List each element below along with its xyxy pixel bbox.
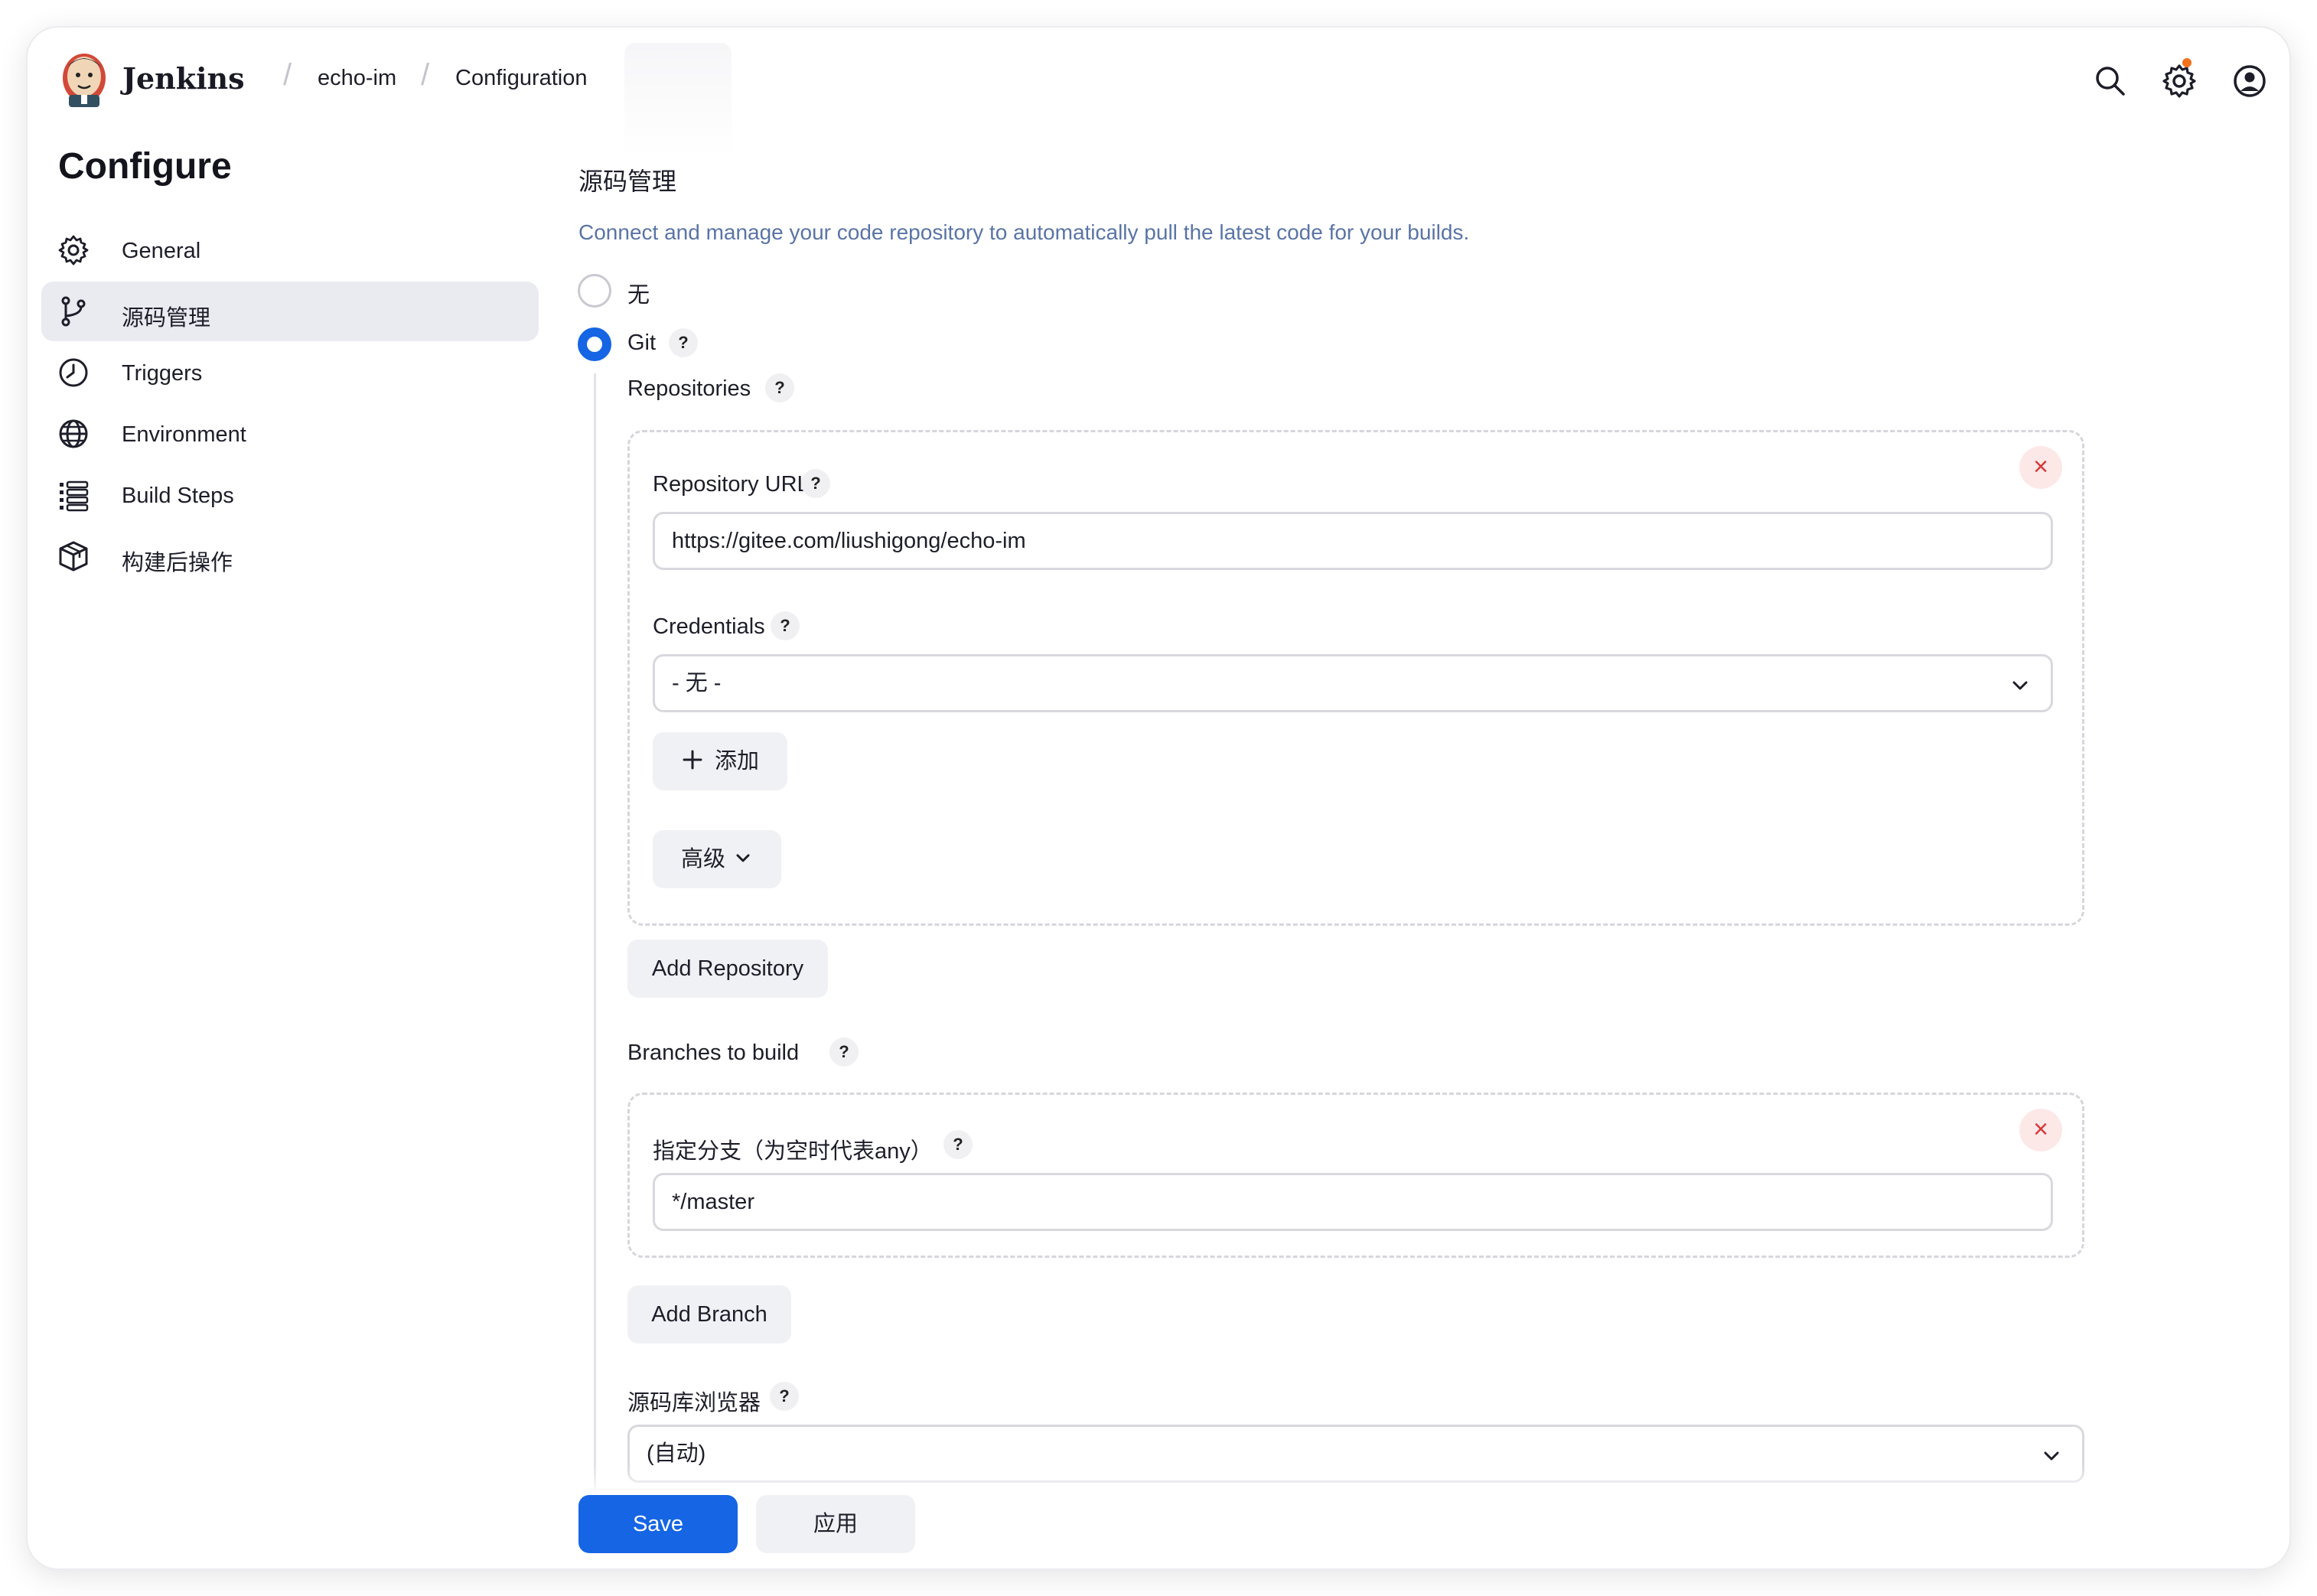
branch-specifier-label: 指定分支（为空时代表any） (653, 1139, 933, 1164)
chevron-down-icon (736, 854, 750, 862)
repository-url-label: Repository URL (653, 472, 810, 497)
search-icon[interactable] (2091, 61, 2130, 101)
sidebar-item-scm[interactable]: 源码管理 (41, 282, 539, 341)
sidebar-item-label: Triggers (122, 361, 203, 386)
add-credentials-label: 添加 (714, 749, 759, 774)
apply-button[interactable]: 应用 (756, 1495, 915, 1553)
remove-repository-button[interactable]: × (2019, 446, 2062, 489)
branch-specifier-input[interactable]: */master (653, 1173, 2053, 1231)
plus-icon (683, 750, 702, 770)
sidebar-item-label: Environment (122, 422, 246, 447)
branch-box: × 指定分支（为空时代表any） ? */master (627, 1093, 2084, 1258)
credentials-selected-value: - 无 - (672, 671, 722, 695)
app-window: Jenkins / echo-im / Configuration Config… (28, 28, 2289, 1568)
chevron-down-icon (2012, 681, 2028, 690)
gear-icon (58, 235, 89, 265)
sidebar-item-label: General (122, 239, 201, 263)
credentials-select[interactable]: - 无 - (653, 654, 2053, 712)
repository-url-input[interactable]: https://gitee.com/liushigong/echo-im (653, 512, 2053, 570)
scm-option-none-label[interactable]: 无 (627, 277, 650, 309)
remove-branch-button[interactable]: × (2019, 1109, 2062, 1151)
repository-browser-label: 源码库浏览器 (627, 1391, 761, 1415)
add-credentials-button[interactable]: 添加 (653, 732, 787, 790)
header-ghost-tab (624, 43, 732, 158)
help-branch-specifier-icon[interactable]: ? (943, 1130, 973, 1159)
add-branch-button[interactable]: Add Branch (627, 1285, 791, 1344)
breadcrumb-separator: / (421, 58, 430, 92)
brand-name[interactable]: Jenkins (122, 61, 245, 96)
git-branch-icon (61, 296, 86, 327)
scroll-fade (548, 1466, 2289, 1497)
sidebar-item-general[interactable]: General (41, 220, 539, 280)
scm-option-git-label[interactable]: Git (627, 331, 656, 356)
add-repository-button[interactable]: Add Repository (627, 940, 828, 998)
sidebar-item-triggers[interactable]: Triggers (41, 343, 539, 402)
clock-icon (59, 358, 88, 387)
notification-dot (2182, 58, 2192, 67)
help-git-icon[interactable]: ? (669, 328, 698, 357)
repository-box: × Repository URL ? https://gitee.com/liu… (627, 430, 2084, 926)
help-repositories-icon[interactable]: ? (765, 373, 794, 402)
advanced-label: 高级 (680, 847, 725, 871)
jenkins-logo-icon[interactable] (58, 50, 110, 109)
scm-radio-git[interactable] (578, 327, 611, 361)
help-branches-icon[interactable]: ? (829, 1037, 859, 1067)
sidebar-item-label: 源码管理 (122, 306, 211, 331)
help-repository-browser-icon[interactable]: ? (770, 1382, 799, 1411)
sidebar-item-environment[interactable]: Environment (41, 404, 539, 464)
sidebar-item-build-steps[interactable]: Build Steps (41, 465, 539, 525)
save-button[interactable]: Save (578, 1495, 738, 1553)
globe-icon (59, 419, 88, 448)
gear-icon[interactable] (2159, 61, 2199, 101)
section-title: 源码管理 (578, 168, 677, 195)
sidebar-item-label: 构建后操作 (122, 551, 233, 575)
branches-label: Branches to build (627, 1041, 800, 1065)
chevron-down-icon (2044, 1451, 2059, 1461)
page-title: Configure (58, 146, 232, 187)
user-icon[interactable] (2230, 61, 2270, 101)
git-options-guide (594, 373, 596, 1498)
scm-radio-none[interactable] (578, 274, 611, 308)
sidebar-item-label: Build Steps (122, 484, 234, 508)
section-description: Connect and manage your code repository … (578, 220, 1470, 244)
package-icon (59, 541, 88, 572)
breadcrumb-project[interactable]: echo-im (318, 66, 396, 91)
repositories-label: Repositories (627, 376, 751, 401)
advanced-button[interactable]: 高级 (653, 830, 781, 888)
help-repository-url-icon[interactable]: ? (801, 469, 830, 498)
credentials-label: Credentials (653, 614, 765, 639)
breadcrumb-separator: / (283, 58, 292, 92)
repository-browser-selected-value: (自动) (647, 1441, 706, 1466)
sidebar-item-post-build[interactable]: 构建后操作 (41, 526, 539, 586)
list-icon (60, 480, 89, 512)
top-bar: Jenkins / echo-im / Configuration (28, 28, 2289, 158)
help-credentials-icon[interactable]: ? (771, 611, 800, 640)
breadcrumb-configuration[interactable]: Configuration (455, 66, 588, 91)
